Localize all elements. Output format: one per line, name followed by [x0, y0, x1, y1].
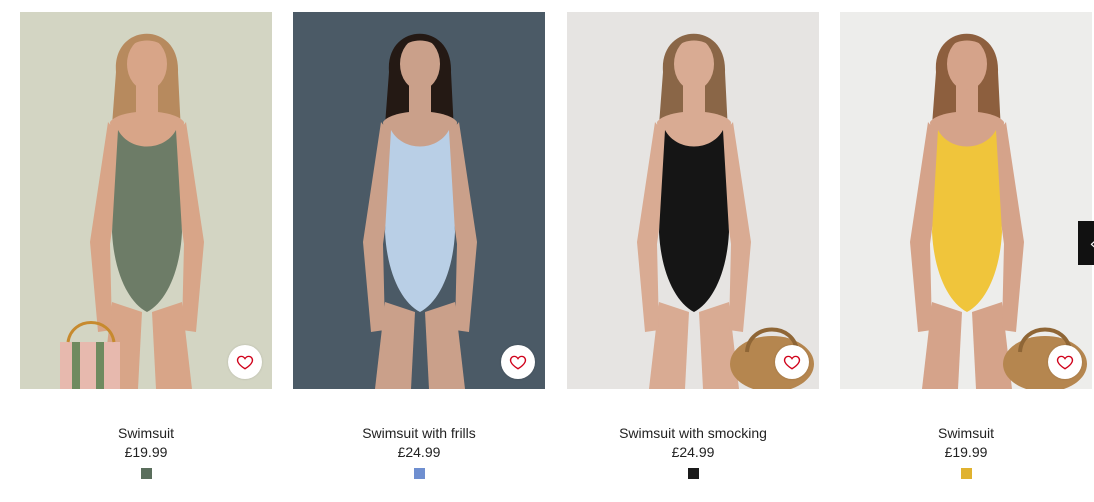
product-info: Swimsuit £19.99 [20, 424, 272, 484]
model-illustration [840, 12, 1092, 389]
color-swatch[interactable] [413, 468, 425, 479]
product-info: Swimsuit with smocking £24.99 [567, 424, 819, 484]
product-name[interactable]: Swimsuit [840, 424, 1092, 442]
model-illustration [20, 12, 272, 389]
heart-outline-icon [1056, 355, 1074, 370]
heart-outline-icon [509, 355, 527, 370]
product-card[interactable]: Swimsuit with frills £24.99 [293, 12, 545, 484]
product-price: £19.99 [944, 444, 988, 460]
product-info: Swimsuit with frills £24.99 [293, 424, 545, 484]
product-name[interactable]: Swimsuit with smocking [567, 424, 819, 442]
heart-outline-icon [236, 355, 254, 370]
product-price: £19.99 [124, 444, 168, 460]
product-price: £24.99 [397, 444, 441, 460]
product-image[interactable] [840, 12, 1092, 389]
color-swatch[interactable] [140, 468, 152, 479]
chevron-right-icon: ‹ [1090, 234, 1094, 253]
model-illustration [567, 12, 819, 389]
product-image[interactable] [20, 12, 272, 389]
product-info: Swimsuit £19.99 [840, 424, 1092, 484]
product-image[interactable] [293, 12, 545, 389]
heart-outline-icon [783, 355, 801, 370]
product-name[interactable]: Swimsuit with frills [293, 424, 545, 442]
add-to-favourites-button[interactable] [228, 345, 262, 379]
color-swatch[interactable] [960, 468, 972, 479]
model-illustration [293, 12, 545, 389]
add-to-favourites-button[interactable] [775, 345, 809, 379]
carousel-next-button[interactable]: ‹ [1078, 221, 1094, 265]
color-swatch[interactable] [687, 468, 699, 479]
add-to-favourites-button[interactable] [501, 345, 535, 379]
product-name[interactable]: Swimsuit [20, 424, 272, 442]
product-carousel: Swimsuit £19.99 Swimsuit with frills £24… [0, 0, 1094, 502]
product-image[interactable] [567, 12, 819, 389]
product-card[interactable]: Swimsuit £19.99 [20, 12, 272, 484]
product-card[interactable]: Swimsuit with smocking £24.99 [567, 12, 819, 484]
add-to-favourites-button[interactable] [1048, 345, 1082, 379]
product-card[interactable]: Swimsuit £19.99 [840, 12, 1092, 484]
product-price: £24.99 [671, 444, 715, 460]
